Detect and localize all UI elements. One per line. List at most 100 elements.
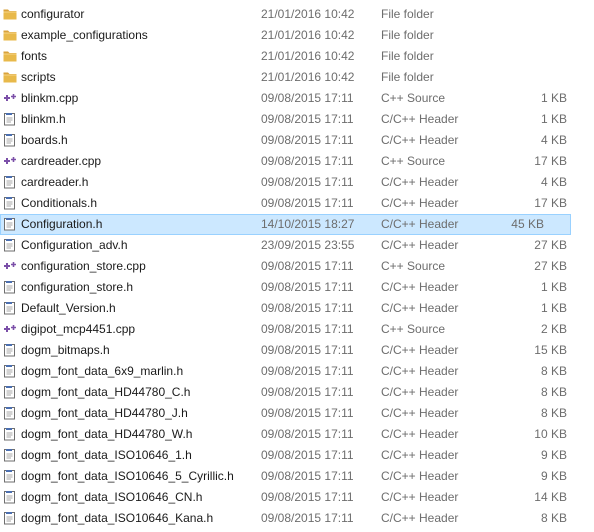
header-file-icon bbox=[3, 511, 17, 525]
file-type: C/C++ Header bbox=[381, 406, 459, 420]
file-row[interactable]: dogm_font_data_HD44780_W.h 09/08/2015 17:… bbox=[0, 424, 594, 445]
file-name: dogm_font_data_ISO10646_CN.h bbox=[21, 490, 203, 504]
cpp-source-icon bbox=[3, 154, 17, 168]
file-name: Default_Version.h bbox=[21, 301, 116, 315]
header-file-icon bbox=[3, 343, 17, 357]
file-row[interactable]: fonts 21/01/2016 10:42 File folder bbox=[0, 46, 594, 67]
file-name: blinkm.h bbox=[21, 112, 66, 126]
header-file-icon bbox=[3, 364, 17, 378]
file-date-modified: 09/08/2015 17:11 bbox=[261, 91, 354, 105]
folder-icon bbox=[3, 7, 17, 21]
file-type: C/C++ Header bbox=[381, 490, 459, 504]
file-row[interactable]: configuration_store.h 09/08/2015 17:11 C/C… bbox=[0, 277, 594, 298]
file-row[interactable]: blinkm.cpp 09/08/2015 17:11 C++ Source 1 KB bbox=[0, 88, 594, 109]
header-file-icon bbox=[3, 490, 17, 504]
file-row[interactable]: dogm_font_data_ISO10646_Kana.h 09/08/2015… bbox=[0, 508, 594, 529]
file-date-modified: 23/09/2015 23:55 bbox=[261, 238, 355, 252]
file-type: C/C++ Header bbox=[381, 112, 459, 126]
header-file-icon bbox=[3, 406, 17, 420]
header-file-icon bbox=[3, 301, 17, 315]
file-type: C/C++ Header bbox=[381, 196, 459, 210]
file-type: C/C++ Header bbox=[381, 427, 459, 441]
header-file-icon bbox=[3, 196, 17, 210]
file-size: 8 KB bbox=[540, 364, 567, 378]
file-date-modified: 09/08/2015 17:11 bbox=[261, 280, 354, 294]
file-row[interactable]: blinkm.h 09/08/2015 17:11 C/C++ Header 1 KB bbox=[0, 109, 594, 130]
file-date-modified: 14/10/2015 18:27 bbox=[261, 217, 355, 231]
header-file-icon bbox=[3, 448, 17, 462]
file-size: 1 KB bbox=[540, 112, 567, 126]
file-row[interactable]: example_configurations 21/01/2016 10:42 Fi… bbox=[0, 25, 594, 46]
file-row[interactable]: boards.h 09/08/2015 17:11 C/C++ Header 4 KB bbox=[0, 130, 594, 151]
header-file-icon bbox=[3, 175, 17, 189]
file-name: dogm_font_data_ISO10646_5_Cyrillic.h bbox=[21, 469, 234, 483]
file-type: C++ Source bbox=[381, 154, 446, 168]
file-date-modified: 09/08/2015 17:11 bbox=[261, 154, 354, 168]
file-row[interactable]: digipot_mcp4451.cpp 09/08/2015 17:11 C++ S… bbox=[0, 319, 594, 340]
file-name: boards.h bbox=[21, 133, 68, 147]
file-row[interactable]: dogm_font_data_ISO10646_CN.h 09/08/2015 1… bbox=[0, 487, 594, 508]
file-size: 9 KB bbox=[540, 448, 567, 462]
file-row[interactable]: dogm_font_data_6x9_marlin.h 09/08/2015 17… bbox=[0, 361, 594, 382]
file-type: C/C++ Header bbox=[381, 238, 459, 252]
file-date-modified: 09/08/2015 17:11 bbox=[261, 427, 354, 441]
file-row[interactable]: Conditionals.h 09/08/2015 17:11 C/C++ Head… bbox=[0, 193, 594, 214]
file-size: 9 KB bbox=[540, 469, 567, 483]
file-date-modified: 21/01/2016 10:42 bbox=[261, 49, 355, 63]
file-row[interactable]: cardreader.h 09/08/2015 17:11 C/C++ Header… bbox=[0, 172, 594, 193]
file-date-modified: 09/08/2015 17:11 bbox=[261, 259, 354, 273]
file-size: 4 KB bbox=[540, 133, 567, 147]
file-size: 2 KB bbox=[540, 322, 567, 336]
file-name: dogm_font_data_6x9_marlin.h bbox=[21, 364, 184, 378]
header-file-icon bbox=[3, 469, 17, 483]
file-row[interactable]: configuration_store.cpp 09/08/2015 17:11 C… bbox=[0, 256, 594, 277]
file-row[interactable]: dogm_font_data_ISO10646_1.h 09/08/2015 17… bbox=[0, 445, 594, 466]
file-type: C/C++ Header bbox=[381, 511, 459, 525]
file-type: C/C++ Header bbox=[381, 343, 459, 357]
folder-icon bbox=[3, 49, 17, 63]
file-row[interactable]: dogm_font_data_HD44780_J.h 09/08/2015 17:… bbox=[0, 403, 594, 424]
file-name: Conditionals.h bbox=[21, 196, 98, 210]
file-date-modified: 09/08/2015 17:11 bbox=[261, 406, 354, 420]
file-row[interactable]: scripts 21/01/2016 10:42 File folder bbox=[0, 67, 594, 88]
file-name: digipot_mcp4451.cpp bbox=[21, 322, 136, 336]
file-name: blinkm.cpp bbox=[21, 91, 79, 105]
file-row[interactable]: dogm_bitmaps.h 09/08/2015 17:11 C/C++ Head… bbox=[0, 340, 594, 361]
file-size: 15 KB bbox=[534, 343, 567, 357]
file-type: C/C++ Header bbox=[381, 385, 459, 399]
file-date-modified: 21/01/2016 10:42 bbox=[261, 28, 355, 42]
file-type: C/C++ Header bbox=[381, 280, 459, 294]
file-row[interactable]: dogm_font_data_HD44780_C.h 09/08/2015 17:… bbox=[0, 382, 594, 403]
file-row[interactable]: dogm_font_data_ISO10646_5_Cyrillic.h 09/0… bbox=[0, 466, 594, 487]
header-file-icon bbox=[3, 133, 17, 147]
file-date-modified: 09/08/2015 17:11 bbox=[261, 301, 354, 315]
file-type: C/C++ Header bbox=[381, 301, 459, 315]
file-type: C/C++ Header bbox=[381, 217, 459, 231]
file-type: C/C++ Header bbox=[381, 469, 459, 483]
file-size: 1 KB bbox=[540, 301, 567, 315]
file-type: C++ Source bbox=[381, 91, 446, 105]
file-date-modified: 09/08/2015 17:11 bbox=[261, 448, 354, 462]
file-date-modified: 09/08/2015 17:11 bbox=[261, 511, 354, 525]
file-row[interactable]: configurator 21/01/2016 10:42 File folder bbox=[0, 4, 594, 25]
file-type: C++ Source bbox=[381, 322, 446, 336]
file-name: fonts bbox=[21, 49, 48, 63]
file-size: 14 KB bbox=[534, 490, 567, 504]
file-name: dogm_font_data_HD44780_J.h bbox=[21, 406, 188, 420]
file-name: cardreader.cpp bbox=[21, 154, 102, 168]
file-row[interactable]: cardreader.cpp 09/08/2015 17:11 C++ Source… bbox=[0, 151, 594, 172]
header-file-icon bbox=[3, 427, 17, 441]
file-date-modified: 09/08/2015 17:11 bbox=[261, 175, 354, 189]
file-type: File folder bbox=[381, 7, 434, 21]
file-type: File folder bbox=[381, 28, 434, 42]
file-size: 8 KB bbox=[540, 406, 567, 420]
file-row[interactable]: Default_Version.h 09/08/2015 17:11 C/C++ H… bbox=[0, 298, 594, 319]
file-type: C/C++ Header bbox=[381, 175, 459, 189]
header-file-icon bbox=[3, 280, 17, 294]
folder-icon bbox=[3, 28, 17, 42]
file-row[interactable]: Configuration_adv.h 23/09/2015 23:55 C/C++… bbox=[0, 235, 594, 256]
file-row-selected[interactable]: Configuration.h 14/10/2015 18:27 C/C++ Hea… bbox=[0, 214, 571, 235]
file-name: Configuration.h bbox=[21, 217, 103, 231]
file-size: 17 KB bbox=[534, 196, 567, 210]
file-name: dogm_font_data_ISO10646_1.h bbox=[21, 448, 192, 462]
